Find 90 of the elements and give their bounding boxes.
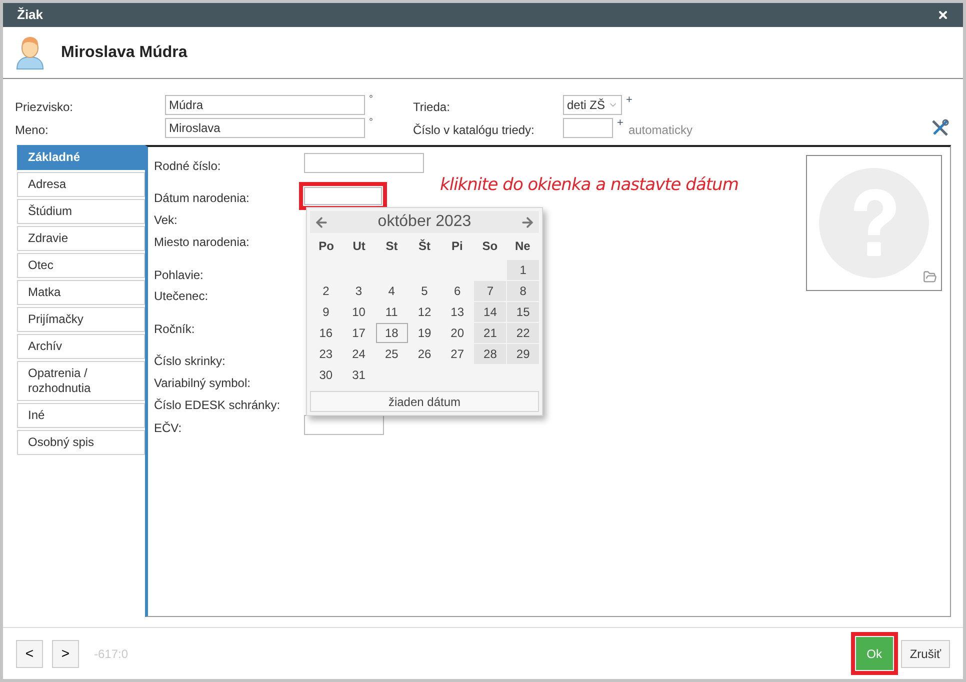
calendar-day[interactable]: 6	[441, 281, 474, 301]
calendar-day[interactable]: 2	[310, 281, 342, 301]
weekday-header: Št	[417, 238, 432, 255]
field-label: Ročník:	[154, 321, 196, 338]
catalog-number-input[interactable]	[563, 118, 613, 138]
weekday-header: Pi	[450, 238, 464, 255]
field-label: Meno:	[15, 122, 50, 139]
weekday-header: Po	[318, 238, 336, 255]
no-date-button[interactable]: žiaden dátum	[310, 391, 539, 412]
calendar-day[interactable]: 5	[408, 281, 440, 301]
placeholder-photo-icon	[818, 167, 930, 279]
required-marker: °	[368, 118, 374, 128]
calendar-day[interactable]: 27	[441, 344, 474, 364]
calendar-day[interactable]: 22	[507, 323, 539, 343]
date-input[interactable]	[304, 187, 382, 205]
field-label: Číslo skrinky:	[154, 353, 226, 370]
calendar-day[interactable]: 14	[474, 302, 506, 322]
close-icon[interactable]	[937, 9, 949, 21]
weekday-header: Ut	[352, 238, 366, 255]
calendar-day[interactable]: 1	[507, 260, 539, 280]
calendar-day[interactable]: 23	[310, 344, 342, 364]
auto-hint: automaticky	[627, 122, 692, 139]
calendar-day[interactable]: 19	[408, 323, 440, 343]
calendar-day[interactable]: 9	[310, 302, 342, 322]
calendar-day[interactable]: 25	[376, 344, 408, 364]
weekday-header: St	[384, 238, 399, 255]
calendar-day[interactable]: 21	[474, 323, 506, 343]
calendar-day[interactable]: 17	[342, 323, 375, 343]
field-label: Vek:	[154, 212, 178, 229]
calendar-day[interactable]: 13	[441, 302, 474, 322]
calendar-day[interactable]: 31	[342, 365, 375, 385]
field-label: Utečenec:	[154, 288, 210, 305]
text-input[interactable]	[304, 153, 424, 173]
calendar-day[interactable]: 8	[507, 281, 539, 301]
calendar-day[interactable]: 3	[342, 281, 375, 301]
calendar-day[interactable]: 4	[376, 281, 408, 301]
required-marker: °	[368, 95, 374, 105]
field-label: Rodné číslo:	[154, 158, 222, 175]
field-label: Číslo EDESK schránky:	[154, 397, 282, 414]
next-button[interactable]: >	[52, 640, 79, 668]
sidebar-tab[interactable]: Otec	[17, 253, 145, 278]
sidebar-tab[interactable]: Štúdium	[17, 199, 145, 224]
calendar-day[interactable]: 28	[474, 344, 506, 364]
window-title: Žiak	[17, 6, 44, 24]
text-input[interactable]: Múdra	[165, 95, 365, 115]
calendar-day[interactable]: 26	[408, 344, 440, 364]
student-name: Miroslava Múdra	[61, 42, 188, 62]
field-label: EČV:	[154, 420, 183, 437]
calendar-day[interactable]: 15	[507, 302, 539, 322]
calendar-day[interactable]: 30	[310, 365, 342, 385]
field-label: Miesto narodenia:	[154, 234, 250, 251]
class-select[interactable]: deti ZŠ	[563, 95, 622, 115]
cancel-button[interactable]: Zrušiť	[900, 640, 950, 668]
field-label: Číslo v katalógu triedy:	[413, 122, 536, 139]
calendar-day[interactable]: 24	[342, 344, 375, 364]
field-label: Variabilný symbol:	[154, 375, 252, 392]
annotation-text: kliknite do okienka a nastavte dátum	[440, 174, 738, 197]
sidebar-tab[interactable]: Adresa	[17, 172, 145, 197]
calendar-day[interactable]: 12	[408, 302, 440, 322]
field-label: Trieda:	[413, 99, 451, 116]
weekday-header: So	[481, 238, 499, 255]
calendar-day[interactable]: 20	[441, 323, 474, 343]
calendar-day[interactable]: 11	[376, 302, 408, 322]
text-input[interactable]	[304, 415, 384, 435]
calendar-day[interactable]: 7	[474, 281, 506, 301]
calendar-day[interactable]: 29	[507, 344, 539, 364]
person-icon	[15, 36, 45, 70]
field-label: Dátum narodenia:	[154, 190, 250, 207]
field-label: Priezvisko:	[15, 99, 74, 116]
sidebar-tab[interactable]: Zdravie	[17, 226, 145, 251]
tools-icon[interactable]	[931, 119, 949, 137]
previous-button[interactable]: <	[16, 640, 43, 668]
sidebar-tab[interactable]: Matka	[17, 280, 145, 305]
field-label: Pohlavie:	[154, 267, 204, 284]
month-title: október 2023	[378, 212, 472, 232]
sidebar-tab[interactable]: Osobný spis	[17, 430, 145, 455]
sidebar-tab[interactable]: Základné	[17, 145, 145, 170]
sidebar-tab[interactable]: Opatrenia / rozhodnutia	[17, 361, 145, 401]
sidebar-tab[interactable]: Archív	[17, 334, 145, 359]
calendar-day[interactable]: 18	[376, 323, 408, 343]
weekday-header: Ne	[514, 238, 532, 255]
calendar-day[interactable]: 10	[342, 302, 375, 322]
text-input[interactable]: Miroslava	[165, 118, 365, 138]
add-marker: +	[616, 118, 624, 128]
folder-icon[interactable]	[923, 270, 937, 284]
add-marker: +	[625, 95, 632, 105]
calendar-day[interactable]: 16	[310, 323, 342, 343]
next-month-arrow[interactable]	[520, 214, 535, 230]
sidebar-tab[interactable]: Iné	[17, 403, 145, 428]
sidebar-tab[interactable]: Prijímačky	[17, 307, 145, 332]
